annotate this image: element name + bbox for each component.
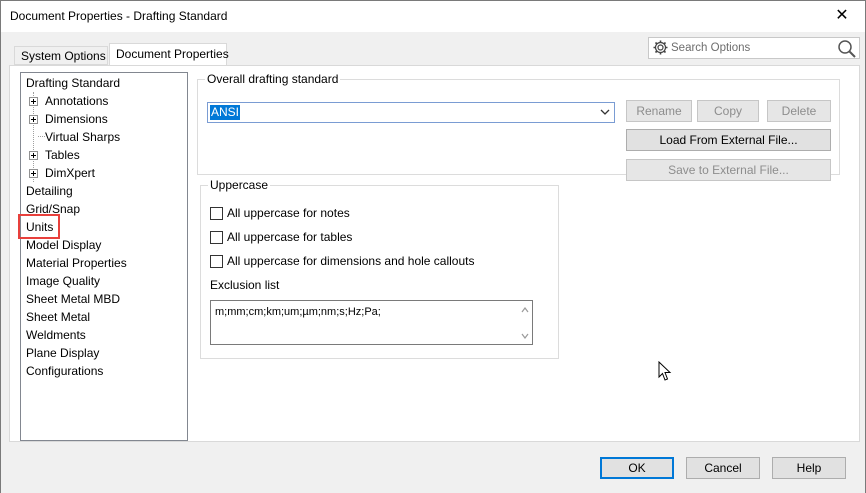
properties-panel: Drafting Standard Annotations Dimensions… (9, 65, 860, 442)
scroll-up-icon[interactable] (521, 307, 529, 313)
tree-item-image-quality[interactable]: Image Quality (26, 273, 100, 290)
uppercase-group-label: Uppercase (208, 178, 271, 192)
document-properties-dialog: Document Properties - Drafting Standard … (0, 0, 866, 493)
exclusion-list-label: Exclusion list (210, 278, 280, 292)
delete-button[interactable]: Delete (767, 100, 831, 122)
options-tree: Drafting Standard Annotations Dimensions… (20, 72, 188, 441)
tree-item-plane-display[interactable]: Plane Display (26, 345, 99, 362)
expand-plus-icon[interactable] (29, 169, 38, 178)
ok-button[interactable]: OK (600, 457, 674, 479)
tree-connector (38, 136, 45, 137)
mouse-cursor-icon (658, 361, 672, 381)
tree-item-sheet-metal-mbd[interactable]: Sheet Metal MBD (26, 291, 120, 308)
tree-item-dimensions[interactable]: Dimensions (45, 111, 108, 128)
drafting-standard-group-label: Overall drafting standard (205, 72, 341, 86)
uppercase-notes-checkbox[interactable] (210, 207, 223, 220)
tree-item-detailing[interactable]: Detailing (26, 183, 73, 200)
expand-plus-icon[interactable] (29, 97, 38, 106)
title-bar: Document Properties - Drafting Standard … (1, 1, 865, 32)
chevron-down-icon (600, 109, 610, 115)
exclusion-list-textarea[interactable]: m;mm;cm;km;um;µm;nm;s;Hz;Pa; (210, 300, 533, 345)
expand-plus-icon[interactable] (29, 115, 38, 124)
close-icon[interactable]: ✕ (827, 4, 857, 28)
drafting-standard-group: Overall drafting standard ANSI Rename Co… (197, 72, 840, 181)
tree-item-material-properties[interactable]: Material Properties (26, 255, 127, 272)
gear-icon (653, 40, 668, 55)
load-from-external-file-button[interactable]: Load From External File... (626, 129, 831, 151)
uppercase-notes-label: All uppercase for notes (227, 206, 350, 220)
search-input[interactable]: Search Options (671, 42, 750, 54)
tree-item-sheet-metal[interactable]: Sheet Metal (26, 309, 90, 326)
rename-button[interactable]: Rename (626, 100, 692, 122)
tab-system-options[interactable]: System Options (14, 46, 108, 65)
tree-item-dimxpert[interactable]: DimXpert (45, 165, 95, 182)
tab-document-properties[interactable]: Document Properties (109, 43, 229, 66)
tree-item-model-display[interactable]: Model Display (26, 237, 101, 254)
drafting-standard-select[interactable]: ANSI (207, 102, 615, 123)
tree-item-drafting-standard[interactable]: Drafting Standard (26, 75, 120, 92)
tree-item-annotations[interactable]: Annotations (45, 93, 108, 110)
expand-plus-icon[interactable] (29, 151, 38, 160)
uppercase-group: Uppercase All uppercase for notes All up… (200, 178, 559, 359)
scroll-down-icon[interactable] (521, 333, 529, 339)
uppercase-tables-checkbox[interactable] (210, 231, 223, 244)
search-options-box[interactable]: Search Options (648, 37, 860, 59)
units-highlight-box (18, 214, 60, 239)
drafting-standard-value: ANSI (210, 105, 241, 120)
uppercase-dimensions-label: All uppercase for dimensions and hole ca… (227, 254, 475, 268)
tree-item-tables[interactable]: Tables (45, 147, 80, 164)
dialog-footer: OK Cancel Help (1, 443, 865, 493)
help-button[interactable]: Help (772, 457, 846, 479)
copy-button[interactable]: Copy (697, 100, 759, 122)
save-to-external-file-button[interactable]: Save to External File... (626, 159, 831, 181)
tree-item-configurations[interactable]: Configurations (26, 363, 103, 380)
uppercase-dimensions-checkbox[interactable] (210, 255, 223, 268)
cancel-button[interactable]: Cancel (686, 457, 760, 479)
uppercase-tables-label: All uppercase for tables (227, 230, 353, 244)
tree-item-weldments[interactable]: Weldments (26, 327, 86, 344)
tree-item-virtual-sharps[interactable]: Virtual Sharps (45, 129, 120, 146)
exclusion-list-value: m;mm;cm;km;um;µm;nm;s;Hz;Pa; (215, 306, 381, 318)
magnifier-icon[interactable] (837, 39, 857, 58)
window-title: Document Properties - Drafting Standard (10, 9, 228, 23)
